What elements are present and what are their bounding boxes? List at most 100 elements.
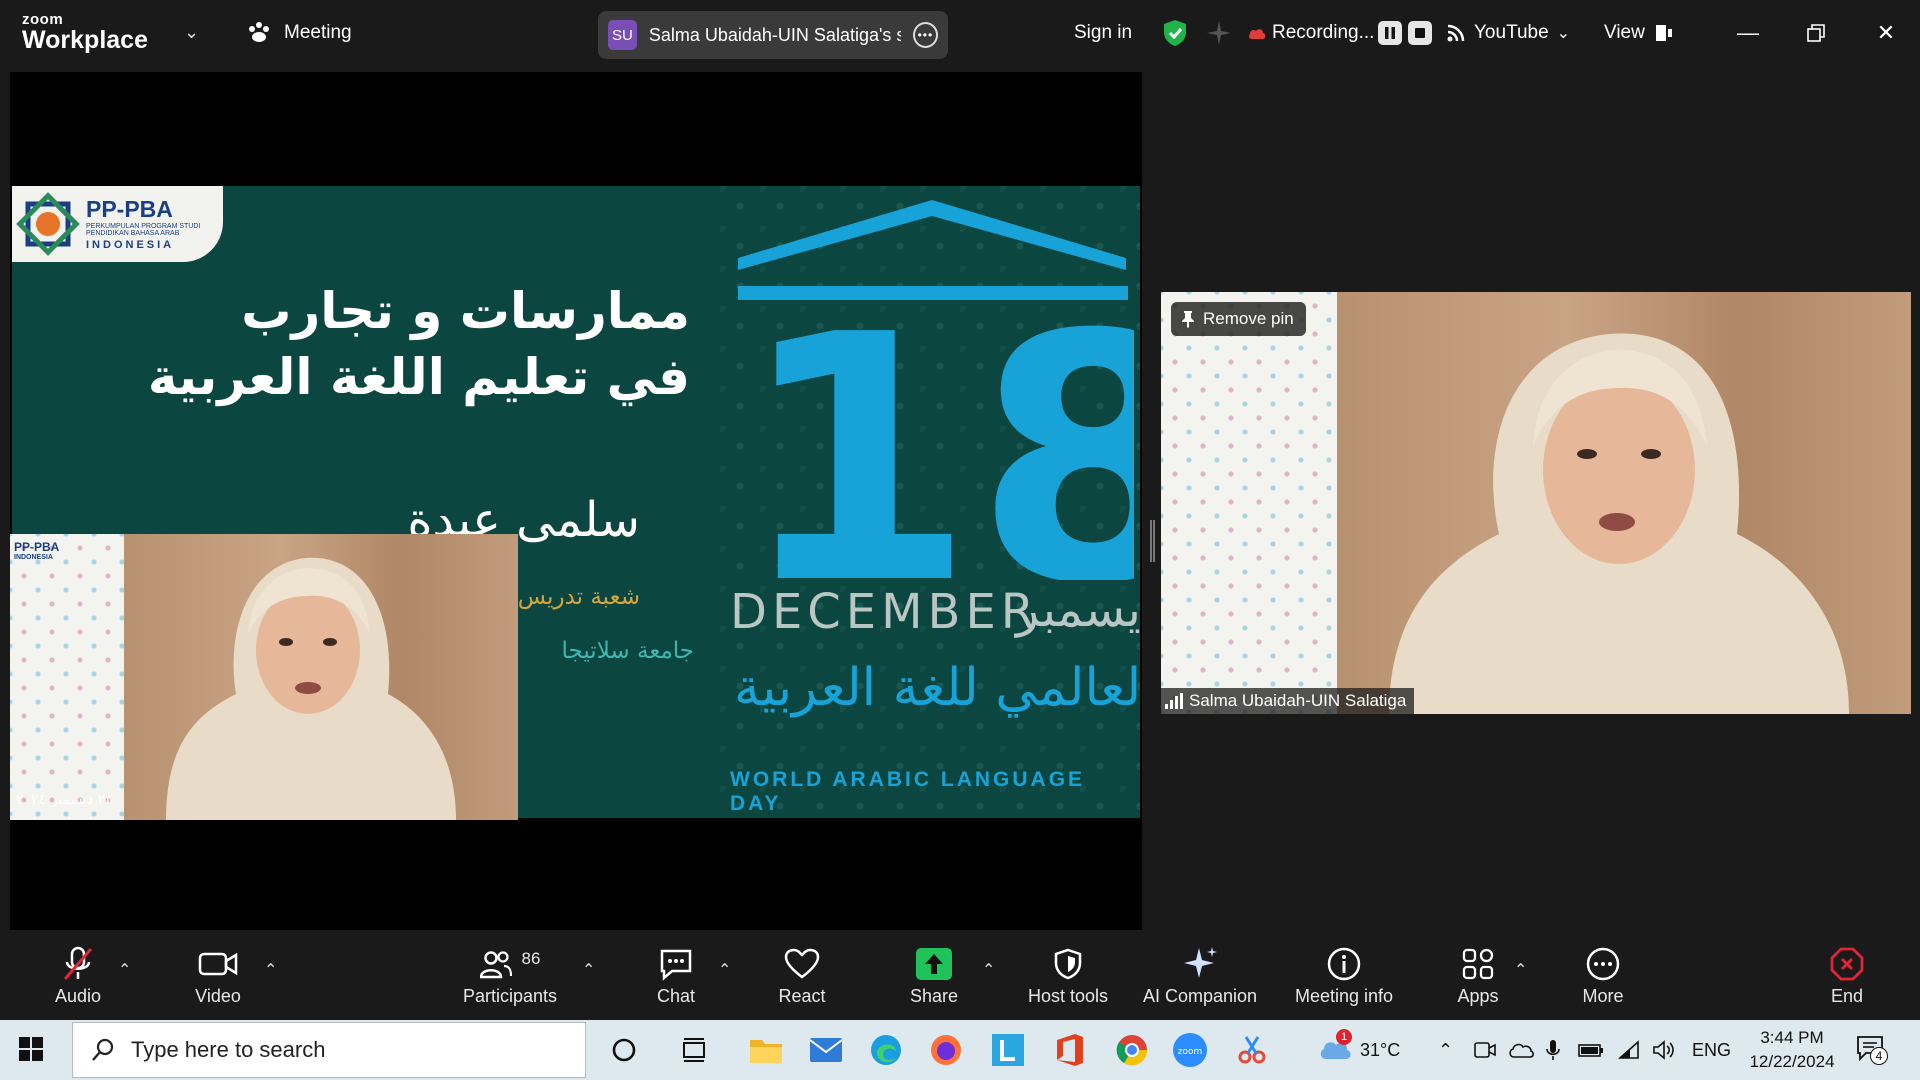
sign-in-link[interactable]: Sign in [1074, 0, 1132, 66]
snipping-tool-icon[interactable] [1232, 1030, 1272, 1070]
edge-browser-icon[interactable] [866, 1030, 906, 1070]
livestream-youtube-menu[interactable]: YouTube ⌄ [1446, 0, 1570, 66]
chat-options-chevron-icon[interactable]: ⌃ [718, 960, 731, 980]
title-bar: zoom Workplace ⌄ Meeting SU Salma Ubaida… [0, 0, 1920, 66]
app-l-icon[interactable] [988, 1030, 1028, 1070]
meeting-menu[interactable]: Meeting [246, 20, 352, 46]
file-explorer-icon[interactable] [746, 1030, 786, 1070]
participant-name: Salma Ubaidah-UIN Salatiga [1189, 691, 1407, 710]
video-options-chevron-icon[interactable]: ⌃ [264, 960, 277, 980]
org-long-name: PERKUMPULAN PROGRAM STUDI PENDIDIKAN BAH… [86, 222, 201, 237]
meeting-toolbar: Audio ⌃ Video ⌃ 86 Participants ⌃ Chat ⌃… [0, 930, 1920, 1020]
notifications-icon[interactable]: 4 [1856, 1020, 1888, 1080]
chat-button[interactable]: Chat [652, 930, 700, 1020]
view-button[interactable]: View [1604, 0, 1673, 66]
windows-logo-icon [19, 1037, 43, 1061]
chat-label: Chat [656, 986, 696, 1006]
participants-button[interactable]: 86 Participants [458, 930, 562, 1020]
volume-icon[interactable] [1652, 1020, 1676, 1080]
split-divider-handle[interactable] [1150, 520, 1155, 562]
battery-icon[interactable] [1578, 1020, 1604, 1080]
org-short-name: PP-PBA [86, 195, 173, 222]
mail-icon[interactable] [806, 1030, 846, 1070]
weather-widget[interactable]: 1 31°C [1318, 1020, 1400, 1080]
more-options-icon[interactable]: ••• [912, 22, 938, 48]
clock-time: 3:44 PM [1760, 1028, 1824, 1047]
pinned-video-tile[interactable]: Remove pin Salma Ubaidah-UIN Salatiga [1161, 292, 1911, 714]
react-button[interactable]: React [774, 930, 830, 1020]
taskbar-clock[interactable]: 3:44 PM 12/22/2024 [1742, 1026, 1842, 1074]
share-button[interactable]: Share [906, 930, 962, 1020]
meet-now-icon[interactable] [1474, 1020, 1496, 1080]
wifi-icon[interactable] [1618, 1020, 1640, 1080]
ai-companion-button[interactable]: AI Companion [1140, 930, 1260, 1020]
search-placeholder: Type here to search [131, 1037, 326, 1062]
apps-options-chevron-icon[interactable]: ⌃ [1514, 960, 1527, 980]
weather-temperature: 31°C [1360, 1039, 1401, 1060]
office-icon[interactable] [1050, 1030, 1090, 1070]
arabic-day-title: اليوم العالمي للغة العربية [734, 658, 1140, 718]
zoom-app-icon[interactable]: zoom [1170, 1030, 1210, 1070]
selfview-logo-text: PP-PBA [14, 540, 60, 554]
firefox-icon[interactable] [926, 1030, 966, 1070]
taskbar-search-input[interactable]: Type here to search [72, 1022, 586, 1078]
onedrive-icon[interactable] [1508, 1020, 1534, 1080]
slide-title-line2: في تعليم اللغة العربية [147, 348, 690, 406]
ai-sparkle-icon[interactable] [1206, 0, 1232, 66]
ppba-logo: PP-PBA PERKUMPULAN PROGRAM STUDI PENDIDI… [12, 186, 223, 262]
chrome-icon[interactable] [1112, 1030, 1152, 1070]
meeting-info-button[interactable]: Meeting info [1288, 930, 1400, 1020]
livestream-icon [1447, 24, 1465, 42]
cortana-icon[interactable] [604, 1030, 644, 1070]
self-video-tile[interactable]: PP-PBA INDONESIA ٢٢ ديسمبر ٢٠٢٤ [10, 534, 518, 820]
remove-pin-button[interactable]: Remove pin [1171, 302, 1306, 336]
share-options-chevron-icon[interactable]: ⌃ [982, 960, 995, 980]
video-button[interactable]: Video [190, 930, 246, 1020]
view-layout-icon [1655, 25, 1672, 41]
meeting-info-label: Meeting info [1294, 986, 1394, 1006]
recording-indicator[interactable]: Recording... [1248, 0, 1374, 66]
zoom-workplace-logo[interactable]: zoom Workplace [22, 12, 148, 53]
windows-start-button[interactable] [18, 1036, 44, 1067]
more-button[interactable]: More [1578, 930, 1628, 1020]
apps-label: Apps [1457, 986, 1499, 1006]
audio-label: Audio [54, 986, 102, 1006]
weather-alert-badge: 1 [1336, 1028, 1352, 1045]
sign-in-label: Sign in [1074, 22, 1133, 43]
end-meeting-button[interactable]: End [1830, 930, 1864, 1020]
december-label-ar: ديسمبر [1016, 582, 1140, 638]
december-label-en: DECEMBER [730, 584, 1040, 640]
microphone-tray-icon[interactable] [1546, 1020, 1560, 1080]
task-view-icon[interactable] [674, 1030, 714, 1070]
selfview-logo-sub: INDONESIA [14, 554, 53, 561]
participants-options-chevron-icon[interactable]: ⌃ [582, 960, 595, 980]
chat-icon [660, 949, 692, 981]
audio-button[interactable]: Audio [50, 930, 106, 1020]
minimize-icon[interactable]: — [1728, 0, 1768, 66]
microphone-muted-icon [63, 946, 93, 980]
pause-recording-button[interactable] [1378, 21, 1402, 45]
stop-recording-button[interactable] [1408, 21, 1432, 45]
big-date-number: 18 [738, 263, 1134, 580]
restore-icon[interactable] [1796, 0, 1836, 66]
encryption-shield-icon[interactable] [1162, 0, 1188, 66]
apps-button[interactable]: Apps [1452, 930, 1504, 1020]
info-icon [1327, 947, 1361, 981]
input-language-indicator[interactable]: ENG [1692, 1020, 1731, 1080]
host-tools-button[interactable]: Host tools [1026, 930, 1110, 1020]
participants-count-badge: 86 [521, 949, 541, 968]
arabic-day-title-en: WORLD ARABIC LANGUAGE DAY [730, 768, 1086, 815]
zoom-window: zoom Workplace ⌄ Meeting SU Salma Ubaida… [0, 0, 1920, 1080]
share-label: Share [909, 986, 959, 1006]
search-icon [92, 1038, 114, 1061]
more-label: More [1582, 986, 1624, 1006]
presenter-department: شعبة تدريس [517, 584, 640, 610]
chevron-down-icon[interactable]: ⌄ [184, 22, 199, 43]
signal-strength-icon [1165, 693, 1183, 709]
audio-options-chevron-icon[interactable]: ⌃ [118, 960, 131, 980]
notifications-count-badge: 4 [1870, 1046, 1888, 1065]
slide-date: ٢٢ ديسمبر ٢٠٢٤ [16, 792, 113, 808]
close-icon[interactable]: ✕ [1866, 0, 1906, 66]
screen-share-indicator[interactable]: SU Salma Ubaidah-UIN Salatiga's screen •… [598, 11, 948, 59]
show-hidden-icons-chevron-icon[interactable]: ⌃ [1438, 1020, 1453, 1080]
